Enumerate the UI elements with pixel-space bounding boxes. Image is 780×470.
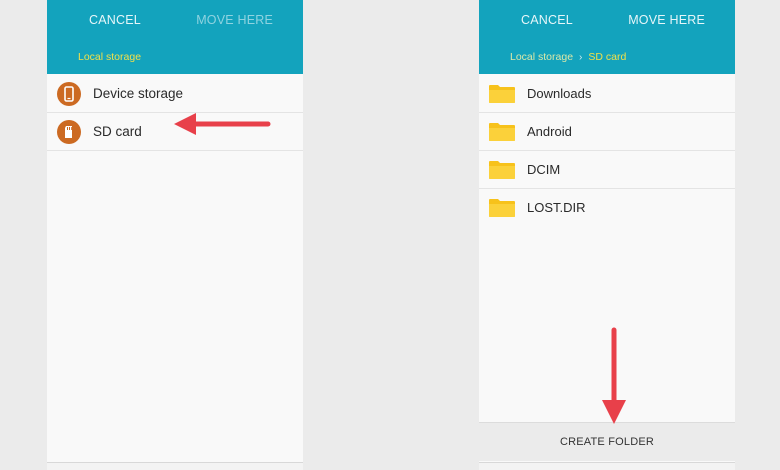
folder-icon [489, 160, 515, 179]
app-bar: CANCEL MOVE HERE Local storage › SD card [479, 0, 735, 74]
folder-item-downloads[interactable]: Downloads [479, 75, 735, 113]
left-screen: CANCEL MOVE HERE Local storage Device st… [47, 0, 303, 470]
sd-card-icon [57, 119, 81, 144]
annotation-arrow-down [602, 327, 626, 424]
folder-icon [489, 198, 515, 217]
folder-label: Downloads [527, 86, 592, 101]
cancel-button[interactable]: CANCEL [89, 13, 141, 27]
breadcrumb-sd-card[interactable]: SD card [588, 51, 626, 63]
app-bar: CANCEL MOVE HERE Local storage [47, 0, 303, 74]
folder-item-android[interactable]: Android [479, 113, 735, 151]
move-here-button[interactable]: MOVE HERE [628, 13, 705, 27]
folder-label: Android [527, 124, 572, 139]
sd-card-label: SD card [93, 124, 142, 139]
phone-icon [57, 81, 81, 106]
chevron-right-icon: › [579, 51, 583, 63]
folder-icon [489, 84, 515, 103]
breadcrumb-local-storage[interactable]: Local storage [510, 51, 573, 63]
folder-item-lost-dir[interactable]: LOST.DIR [479, 189, 735, 226]
breadcrumb-local-storage[interactable]: Local storage [78, 51, 141, 63]
folder-icon [489, 122, 515, 141]
breadcrumb: Local storage [78, 51, 141, 63]
folder-item-dcim[interactable]: DCIM [479, 151, 735, 189]
folder-label: LOST.DIR [527, 200, 586, 215]
breadcrumb: Local storage › SD card [510, 51, 626, 63]
cancel-button[interactable]: CANCEL [521, 13, 573, 27]
annotation-arrow-left [174, 113, 271, 135]
bottom-strip [47, 462, 303, 470]
list-item-device-storage[interactable]: Device storage [47, 75, 303, 113]
device-storage-label: Device storage [93, 86, 184, 101]
move-here-button[interactable]: MOVE HERE [196, 13, 273, 27]
folder-label: DCIM [527, 162, 561, 177]
folder-list: Downloads Android DCIM LOST.DIR [479, 75, 735, 226]
bottom-strip [479, 462, 735, 470]
